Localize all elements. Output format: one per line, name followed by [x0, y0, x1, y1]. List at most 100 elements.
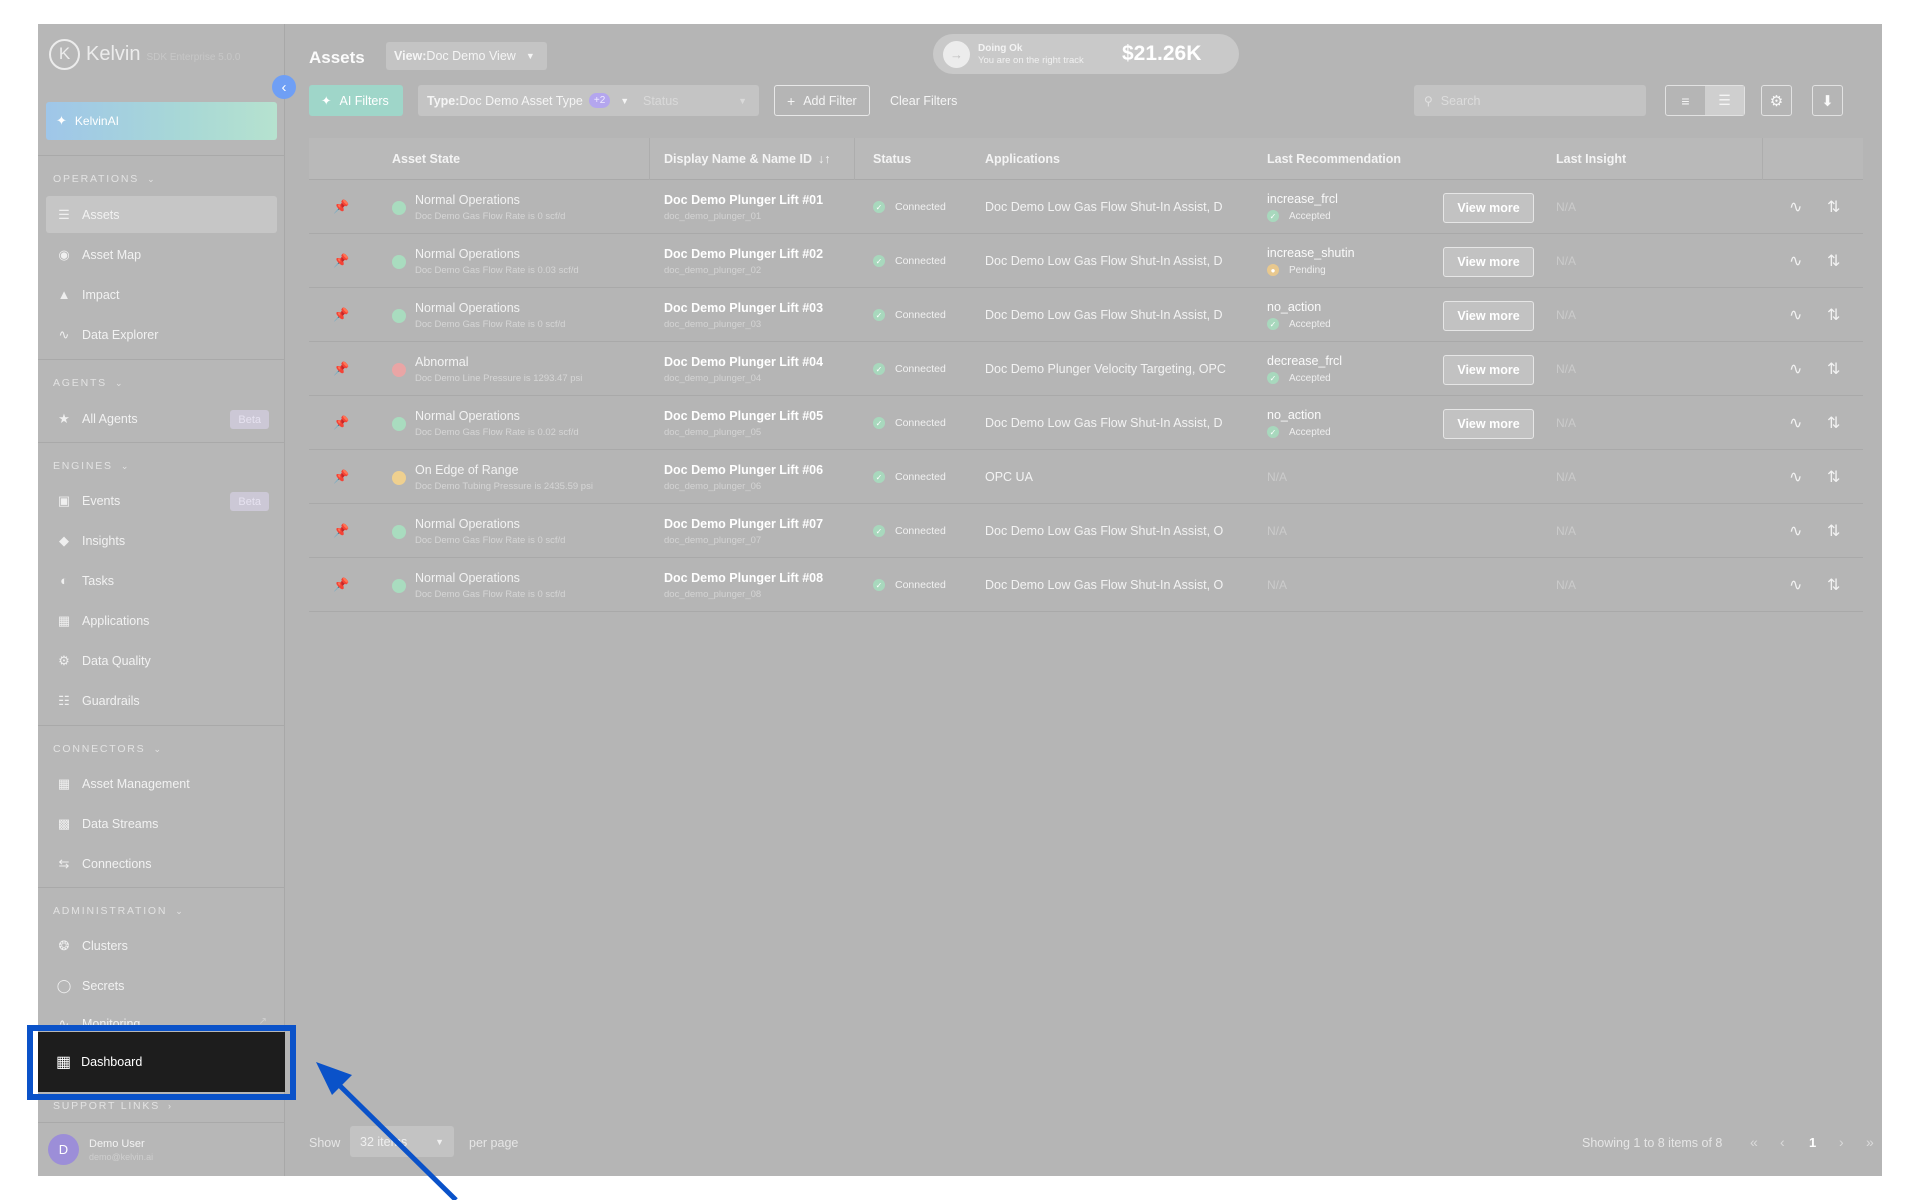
col-asset-state[interactable]: Asset State: [392, 138, 460, 180]
sidebar-item-insights[interactable]: ◆ Insights: [46, 522, 277, 559]
prev-page-icon[interactable]: ‹: [1780, 1134, 1785, 1150]
performance-status-pill[interactable]: → Doing Ok You are on the right track $2…: [933, 34, 1239, 74]
asset-actions-icon[interactable]: ⇅: [1827, 197, 1840, 217]
sidebar-item-tasks[interactable]: ◐ Tasks: [46, 562, 277, 599]
sidebar-item-connections[interactable]: ⇆ Connections: [46, 845, 277, 882]
list-view-icon[interactable]: ☰: [1705, 86, 1744, 115]
asset-actions-icon[interactable]: ⇅: [1827, 575, 1840, 595]
sidebar-item-events[interactable]: ▣ Events Beta: [46, 482, 277, 519]
table-row[interactable]: 📌 Normal Operations Doc Demo Gas Flow Rate…: [309, 396, 1863, 450]
sidebar-item-assets[interactable]: ☰ Assets: [46, 196, 277, 233]
pin-icon[interactable]: 📌: [333, 558, 349, 612]
last-recommendation: increase_shutin: [1267, 246, 1355, 260]
sidebar-item-asset-map[interactable]: ◉ Asset Map: [46, 236, 277, 273]
table-row[interactable]: 📌 Normal Operations Doc Demo Gas Flow Rate…: [309, 180, 1863, 234]
compact-view-icon[interactable]: ≡: [1666, 86, 1705, 115]
section-engines[interactable]: ENGINES ⌄: [38, 456, 285, 476]
sidebar-item-data-explorer[interactable]: ∿ Data Explorer: [46, 316, 277, 353]
section-connectors[interactable]: CONNECTORS ⌄: [38, 739, 285, 759]
asset-display-name[interactable]: Doc Demo Plunger Lift #05: [664, 409, 823, 423]
app-logo[interactable]: K Kelvin SDK Enterprise 5.0.0: [49, 38, 240, 70]
pin-icon[interactable]: 📌: [333, 504, 349, 558]
asset-display-name[interactable]: Doc Demo Plunger Lift #08: [664, 571, 823, 585]
sidebar-item-asset-management[interactable]: ▦ Asset Management: [46, 765, 277, 802]
data-explorer-icon[interactable]: ∿: [1789, 521, 1802, 541]
asset-display-name[interactable]: Doc Demo Plunger Lift #06: [664, 463, 823, 477]
pin-icon[interactable]: 📌: [333, 342, 349, 396]
data-explorer-icon[interactable]: ∿: [1789, 305, 1802, 325]
table-row[interactable]: 📌 Abnormal Doc Demo Line Pressure is 1293.…: [309, 342, 1863, 396]
pin-icon[interactable]: 📌: [333, 288, 349, 342]
user-menu[interactable]: D Demo User demo@kelvin.ai: [48, 1134, 153, 1165]
pin-icon[interactable]: 📌: [333, 234, 349, 288]
table-row[interactable]: 📌 Normal Operations Doc Demo Gas Flow Rate…: [309, 288, 1863, 342]
sidebar-item-all-agents[interactable]: ★ All Agents Beta: [46, 400, 277, 437]
row-density-toggle[interactable]: ≡ ☰: [1665, 85, 1745, 116]
col-last-recommendation[interactable]: Last Recommendation: [1267, 138, 1401, 180]
table-row[interactable]: 📌 Normal Operations Doc Demo Gas Flow Rate…: [309, 558, 1863, 612]
sidebar-item-clusters[interactable]: ❂ Clusters: [46, 927, 277, 964]
view-more-button[interactable]: View more: [1443, 247, 1534, 277]
asset-actions-icon[interactable]: ⇅: [1827, 521, 1840, 541]
section-agents[interactable]: AGENTS ⌄: [38, 373, 285, 393]
asset-actions-icon[interactable]: ⇅: [1827, 305, 1840, 325]
next-page-icon[interactable]: ›: [1839, 1134, 1844, 1150]
sort-icon[interactable]: ↓↑: [818, 152, 831, 166]
asset-display-name[interactable]: Doc Demo Plunger Lift #03: [664, 301, 823, 315]
type-filter-dropdown[interactable]: Type: Doc Demo Asset Type +2 ▼: [418, 85, 642, 116]
view-more-button[interactable]: View more: [1443, 355, 1534, 385]
status-filter-dropdown[interactable]: Status ▼: [631, 85, 759, 116]
data-explorer-icon[interactable]: ∿: [1789, 251, 1802, 271]
col-display-name[interactable]: Display Name & Name ID ↓↑: [664, 138, 830, 180]
section-administration[interactable]: ADMINISTRATION ⌄: [38, 901, 285, 921]
pin-icon[interactable]: 📌: [333, 396, 349, 450]
view-more-button[interactable]: View more: [1443, 193, 1534, 223]
pin-icon[interactable]: 📌: [333, 450, 349, 504]
asset-display-name[interactable]: Doc Demo Plunger Lift #01: [664, 193, 823, 207]
table-row[interactable]: 📌 On Edge of Range Doc Demo Tubing Pressur…: [309, 450, 1863, 504]
data-explorer-icon[interactable]: ∿: [1789, 575, 1802, 595]
sidebar-item-dashboard[interactable]: ▦ Dashboard: [38, 1032, 285, 1092]
asset-actions-icon[interactable]: ⇅: [1827, 413, 1840, 433]
add-filter-button[interactable]: + Add Filter: [774, 85, 870, 116]
asset-actions-icon[interactable]: ⇅: [1827, 251, 1840, 271]
section-operations[interactable]: OPERATIONS ⌄: [38, 169, 285, 189]
data-explorer-icon[interactable]: ∿: [1789, 359, 1802, 379]
items-per-page-dropdown[interactable]: 32 items ▼: [350, 1126, 454, 1157]
kelvinai-button[interactable]: ✦ KelvinAI: [46, 102, 277, 140]
asset-actions-icon[interactable]: ⇅: [1827, 359, 1840, 379]
asset-display-name[interactable]: Doc Demo Plunger Lift #04: [664, 355, 823, 369]
search-input[interactable]: ⚲ Search: [1414, 85, 1646, 116]
sidebar-item-impact[interactable]: ▲ Impact: [46, 276, 277, 313]
page-number[interactable]: 1: [1809, 1135, 1816, 1150]
asset-actions-icon[interactable]: ⇅: [1827, 467, 1840, 487]
ai-filters-button[interactable]: ✦ AI Filters: [309, 85, 403, 116]
data-explorer-icon[interactable]: ∿: [1789, 197, 1802, 217]
data-explorer-icon[interactable]: ∿: [1789, 467, 1802, 487]
collapse-sidebar-button[interactable]: ‹: [272, 75, 296, 99]
first-page-icon[interactable]: «: [1750, 1134, 1758, 1150]
sidebar-item-guardrails[interactable]: ☷ Guardrails: [46, 682, 277, 719]
view-more-button[interactable]: View more: [1443, 409, 1534, 439]
col-last-insight[interactable]: Last Insight: [1556, 138, 1626, 180]
download-button[interactable]: ⬇: [1812, 85, 1843, 116]
data-explorer-icon[interactable]: ∿: [1789, 413, 1802, 433]
asset-display-name[interactable]: Doc Demo Plunger Lift #07: [664, 517, 823, 531]
last-page-icon[interactable]: »: [1866, 1134, 1874, 1150]
col-applications[interactable]: Applications: [985, 138, 1060, 180]
sidebar-item-applications[interactable]: ▦ Applications: [46, 602, 277, 639]
col-status[interactable]: Status: [873, 138, 911, 180]
clear-filters-button[interactable]: Clear Filters: [882, 85, 965, 116]
view-more-button[interactable]: View more: [1443, 301, 1534, 331]
asset-display-name[interactable]: Doc Demo Plunger Lift #02: [664, 247, 823, 261]
sidebar-item-data-quality[interactable]: ⚙ Data Quality: [46, 642, 277, 679]
chevron-down-icon: ⌄: [114, 377, 123, 388]
sidebar-item-secrets[interactable]: ◯ Secrets: [46, 967, 277, 1004]
sidebar-item-data-streams[interactable]: ▩ Data Streams: [46, 805, 277, 842]
settings-button[interactable]: ⚙: [1761, 85, 1792, 116]
pin-icon[interactable]: 📌: [333, 180, 349, 234]
table-row[interactable]: 📌 Normal Operations Doc Demo Gas Flow Rate…: [309, 504, 1863, 558]
view-dropdown[interactable]: View: Doc Demo View ▼: [386, 42, 547, 70]
table-row[interactable]: 📌 Normal Operations Doc Demo Gas Flow Rate…: [309, 234, 1863, 288]
section-support-links[interactable]: SUPPORT LINKS ›: [38, 1096, 285, 1116]
